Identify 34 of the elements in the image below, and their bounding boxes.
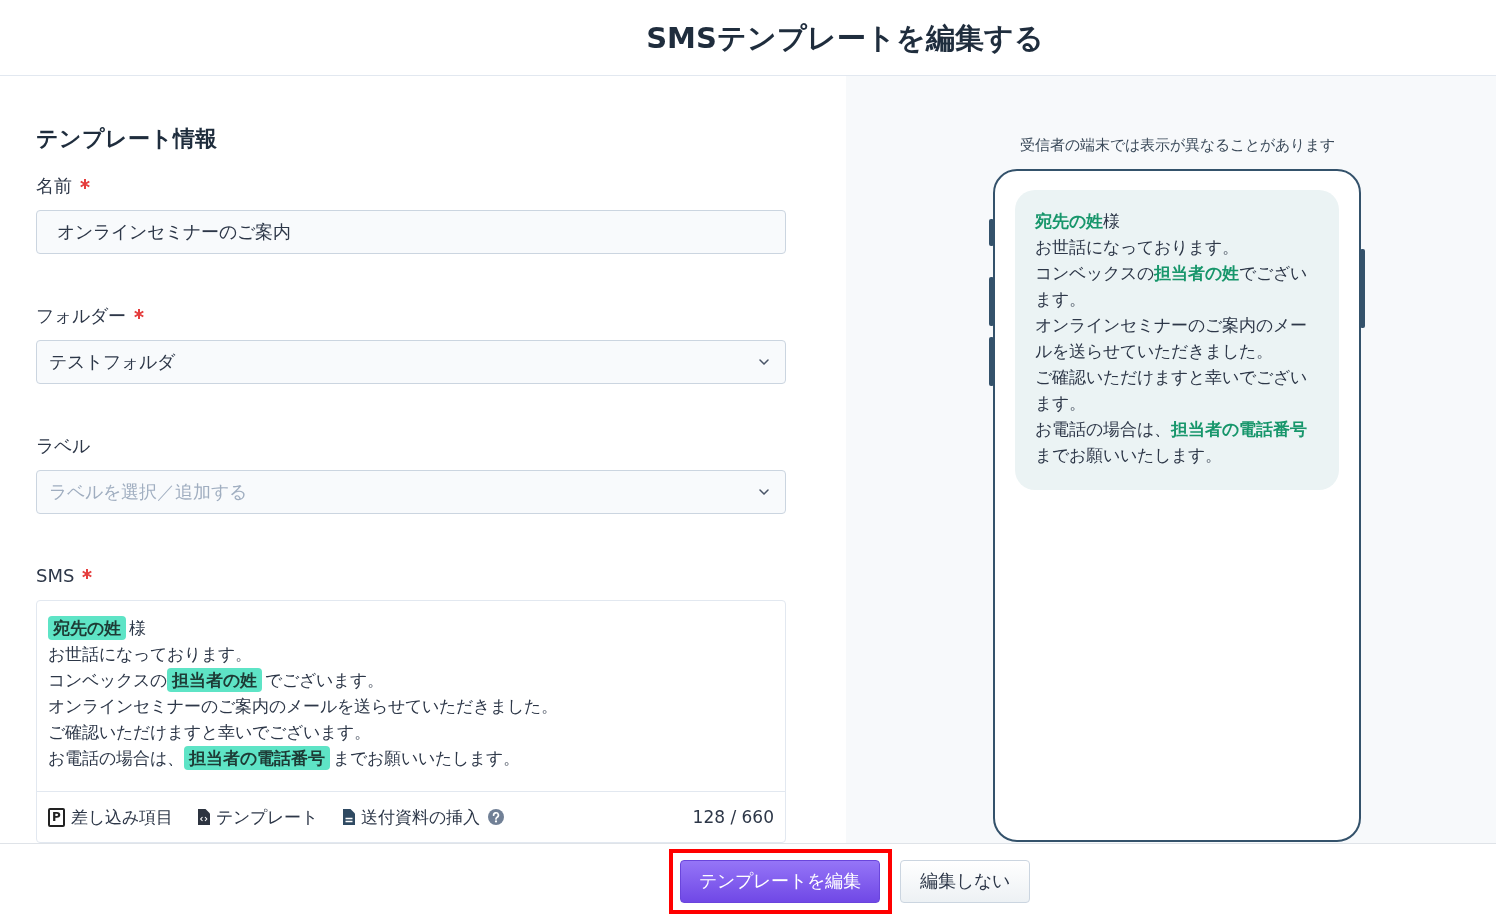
field-label: SMS	[36, 564, 75, 588]
message-line: オンラインセミナーのご案内のメールを送らせていただきました。	[48, 695, 559, 718]
message-line: お電話の場合は、担当者の電話番号までお願いいたします。	[48, 745, 521, 771]
chevron-down-icon[interactable]	[759, 359, 769, 365]
section-heading: テンプレート情報	[36, 125, 218, 153]
chevron-down-icon[interactable]	[759, 489, 769, 495]
preview-text: ご確認いただけますと幸いでございます。	[1035, 366, 1308, 415]
text-input-field[interactable]: オンラインセミナーのご案内	[36, 210, 786, 254]
insert-field-button[interactable]: P 差し込み項目	[48, 805, 173, 829]
preview-note: 受信者の端末では表示が異なることがあります	[1019, 135, 1335, 155]
edit-template-button[interactable]: テンプレートを編集	[680, 859, 880, 903]
preview-text: オンラインセミナーのご案内のメールを送らせていただきました。	[1035, 314, 1308, 363]
field-label: ラベル	[36, 434, 90, 458]
message-line: コンベックスの担当者の姓でございます。	[48, 667, 385, 693]
attach-document-button[interactable]: 送付資料の挿入	[342, 805, 480, 829]
document-icon	[342, 809, 355, 825]
message-line: お世話になっております。	[48, 643, 253, 666]
preview-text: お世話になっております。	[1035, 236, 1240, 259]
message-line: ご確認いただけますと幸いでございます。	[48, 721, 372, 744]
message-input-field[interactable]: 宛先の姓様 お世話になっております。 コンベックスの担当者の姓でございます。 オンラインセミナーのご案内のメールを送らせていただきました。 ご確認いただけますと幸いでございます。 お電話の場合は、担当者の電話番号までお願いいたします。	[37, 601, 785, 791]
help-icon[interactable]	[488, 809, 504, 825]
character-counter: 128 / 660	[692, 807, 774, 827]
preview-text: コンベックスの担当者の姓でございます。	[1035, 262, 1308, 311]
dropdown-field[interactable]: テストフォルダ	[36, 340, 786, 384]
message-line: 宛先の姓様	[48, 615, 773, 641]
code-file-icon	[197, 809, 210, 825]
cancel-button[interactable]: 編集しない	[900, 859, 1030, 903]
template-button[interactable]: テンプレート	[197, 805, 318, 829]
preview-text: 宛先の姓様	[1035, 210, 1121, 233]
field-label: フォルダー	[36, 304, 126, 328]
boxed-letter-icon: P	[48, 807, 65, 827]
preview-text: お電話の場合は、担当者の電話番号までお願いいたします。	[1035, 418, 1308, 467]
page-title: SMSテンプレートを編集する	[646, 19, 1044, 57]
field-label: 名前	[36, 174, 72, 198]
